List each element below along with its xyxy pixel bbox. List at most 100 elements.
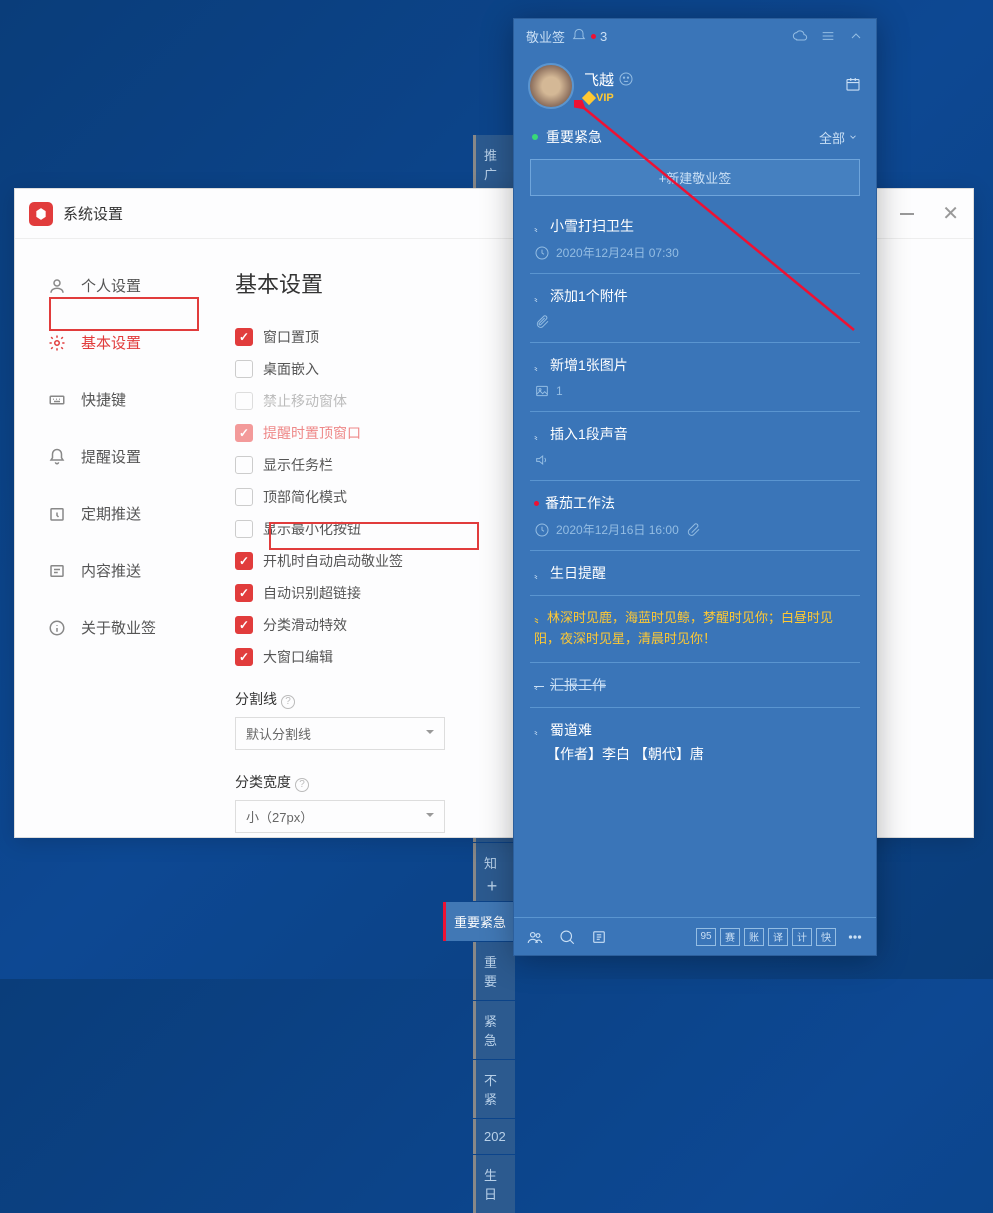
avatar[interactable] bbox=[528, 63, 574, 109]
quote-icon: 〟 bbox=[534, 289, 544, 304]
sound-icon bbox=[534, 452, 550, 468]
help-icon[interactable]: ? bbox=[295, 778, 309, 792]
note-item[interactable]: 〟生日提醒 bbox=[530, 551, 860, 596]
note-title: 生日提醒 bbox=[550, 563, 606, 583]
bg-tab[interactable]: 202 bbox=[473, 1119, 515, 1154]
info-icon bbox=[47, 618, 67, 638]
contacts-icon[interactable] bbox=[526, 928, 544, 946]
check-label: 大窗口编辑 bbox=[263, 647, 333, 667]
bg-tab-active[interactable]: 重要紧急 bbox=[443, 902, 515, 941]
check-label: 开机时自动启动敬业签 bbox=[263, 551, 403, 571]
sidebar-label: 个人设置 bbox=[81, 275, 141, 296]
menu-icon[interactable] bbox=[820, 28, 836, 44]
note-item[interactable]: 〟新增1张图片 1 bbox=[530, 343, 860, 412]
calendar-button[interactable] bbox=[844, 75, 862, 98]
more-icon[interactable] bbox=[846, 928, 864, 946]
check-label: 显示任务栏 bbox=[263, 455, 333, 475]
sidebar-item-about[interactable]: 关于敬业签 bbox=[15, 599, 225, 656]
note-meta: 2020年12月16日 16:00 bbox=[556, 521, 679, 538]
sidebar-item-reminder[interactable]: 提醒设置 bbox=[15, 428, 225, 485]
note-item[interactable]: 〟汇报工作 bbox=[530, 663, 860, 708]
note-item[interactable]: 〟林深时见鹿，海蓝时见鲸，梦醒时见你；白昼时见阳，夜深时见星，清晨时见你！ bbox=[530, 596, 860, 663]
person-icon bbox=[47, 276, 67, 296]
collapse-icon[interactable] bbox=[848, 28, 864, 44]
checkbox-icon[interactable] bbox=[235, 552, 253, 570]
note-subtitle: 【作者】李白 【朝代】唐 bbox=[546, 744, 704, 764]
checkbox-icon[interactable] bbox=[235, 616, 253, 634]
check-label: 提醒时置顶窗口 bbox=[263, 423, 361, 443]
note-item[interactable]: 〟添加1个附件 bbox=[530, 274, 860, 343]
badge-ji[interactable]: 计 bbox=[792, 928, 812, 946]
bg-tab[interactable]: 不紧 bbox=[473, 1060, 515, 1118]
badge-zhang[interactable]: 账 bbox=[744, 928, 764, 946]
note-list: 〟小雪打扫卫生 2020年12月24日 07:30 〟添加1个附件 〟新增1张图… bbox=[514, 204, 876, 776]
chevron-down-icon bbox=[848, 132, 858, 142]
help-icon[interactable]: ? bbox=[281, 695, 295, 709]
sticky-app-window: 敬业签 3 飞越 VIP 重要紧急 全部 +新建敬业签 〟小雪打扫卫生 2020… bbox=[513, 18, 877, 956]
badge-sai[interactable]: 赛 bbox=[720, 928, 740, 946]
sidebar-item-hotkey[interactable]: 快捷键 bbox=[15, 371, 225, 428]
quote-icon: 〟 bbox=[534, 610, 547, 625]
notification-badge[interactable]: 3 bbox=[571, 28, 607, 44]
status-dot-icon bbox=[532, 134, 538, 140]
app-logo-icon bbox=[29, 202, 53, 226]
keyboard-icon bbox=[47, 390, 67, 410]
attachment-icon bbox=[685, 522, 701, 538]
settings-title: 系统设置 bbox=[63, 203, 123, 224]
list-icon[interactable] bbox=[590, 928, 608, 946]
check-label: 显示最小化按钮 bbox=[263, 519, 361, 539]
app-bottom-bar: 95 赛 账 译 计 快 bbox=[514, 917, 876, 955]
note-item[interactable]: 〟蜀道难 【作者】李白 【朝代】唐 bbox=[530, 708, 860, 776]
red-dot-icon bbox=[534, 501, 539, 506]
bg-tab[interactable]: 生日 bbox=[473, 1155, 515, 1213]
close-button[interactable]: ✕ bbox=[942, 201, 959, 226]
note-title: 蜀道难 bbox=[550, 720, 592, 740]
check-label: 自动识别超链接 bbox=[263, 583, 361, 603]
checkbox-icon[interactable] bbox=[235, 584, 253, 602]
quote-icon: 〟 bbox=[534, 219, 544, 234]
minimize-button[interactable] bbox=[900, 201, 914, 226]
cloud-sync-icon[interactable] bbox=[792, 28, 808, 44]
note-title: 新增1张图片 bbox=[550, 355, 628, 375]
bg-tab[interactable]: 重要 bbox=[473, 942, 515, 1000]
sidebar-item-schedule[interactable]: 定期推送 bbox=[15, 485, 225, 542]
note-title: 汇报工作 bbox=[550, 675, 606, 695]
sidebar-item-content[interactable]: 内容推送 bbox=[15, 542, 225, 599]
vip-badge: VIP bbox=[584, 92, 634, 104]
note-item[interactable]: 〟小雪打扫卫生 2020年12月24日 07:30 bbox=[530, 204, 860, 274]
badge-yi[interactable]: 译 bbox=[768, 928, 788, 946]
note-item[interactable]: 番茄工作法 2020年12月16日 16:00 bbox=[530, 481, 860, 551]
bg-tab[interactable]: 紧急 bbox=[473, 1001, 515, 1059]
note-meta: 1 bbox=[556, 384, 563, 398]
checkbox-icon[interactable] bbox=[235, 488, 253, 506]
bg-tab[interactable]: 推广 bbox=[473, 135, 515, 193]
note-item[interactable]: 〟插入1段声音 bbox=[530, 412, 860, 481]
app-brand: 敬业签 bbox=[526, 27, 565, 46]
sidebar-label: 内容推送 bbox=[81, 560, 141, 581]
add-category-button[interactable]: + bbox=[479, 872, 505, 901]
width-select[interactable]: 小（27px） bbox=[235, 800, 445, 833]
checkbox-icon[interactable] bbox=[235, 520, 253, 538]
settings-sidebar: 个人设置 基本设置 快捷键 提醒设置 定期推送 内容推送 关于敬业签 bbox=[15, 239, 225, 837]
badge-95[interactable]: 95 bbox=[696, 928, 716, 946]
search-icon[interactable] bbox=[558, 928, 576, 946]
checkbox-icon[interactable] bbox=[235, 648, 253, 666]
app-header: 敬业签 3 bbox=[514, 19, 876, 53]
sidebar-item-basic[interactable]: 基本设置 bbox=[15, 314, 225, 371]
user-section: 飞越 VIP bbox=[514, 53, 876, 119]
sidebar-label: 定期推送 bbox=[81, 503, 141, 524]
checkbox-icon[interactable] bbox=[235, 424, 253, 442]
check-label: 桌面嵌入 bbox=[263, 359, 319, 379]
new-note-button[interactable]: +新建敬业签 bbox=[530, 159, 860, 196]
face-icon bbox=[618, 71, 634, 87]
sidebar-item-profile[interactable]: 个人设置 bbox=[15, 257, 225, 314]
user-name: 飞越 bbox=[584, 69, 634, 90]
filter-all-button[interactable]: 全部 bbox=[819, 128, 858, 147]
checkbox-icon[interactable] bbox=[235, 456, 253, 474]
badge-kuai[interactable]: 快 bbox=[816, 928, 836, 946]
sidebar-label: 快捷键 bbox=[81, 389, 126, 410]
checkbox-icon[interactable] bbox=[235, 360, 253, 378]
sidebar-label: 提醒设置 bbox=[81, 446, 141, 467]
split-line-select[interactable]: 默认分割线 bbox=[235, 717, 445, 750]
checkbox-icon[interactable] bbox=[235, 328, 253, 346]
